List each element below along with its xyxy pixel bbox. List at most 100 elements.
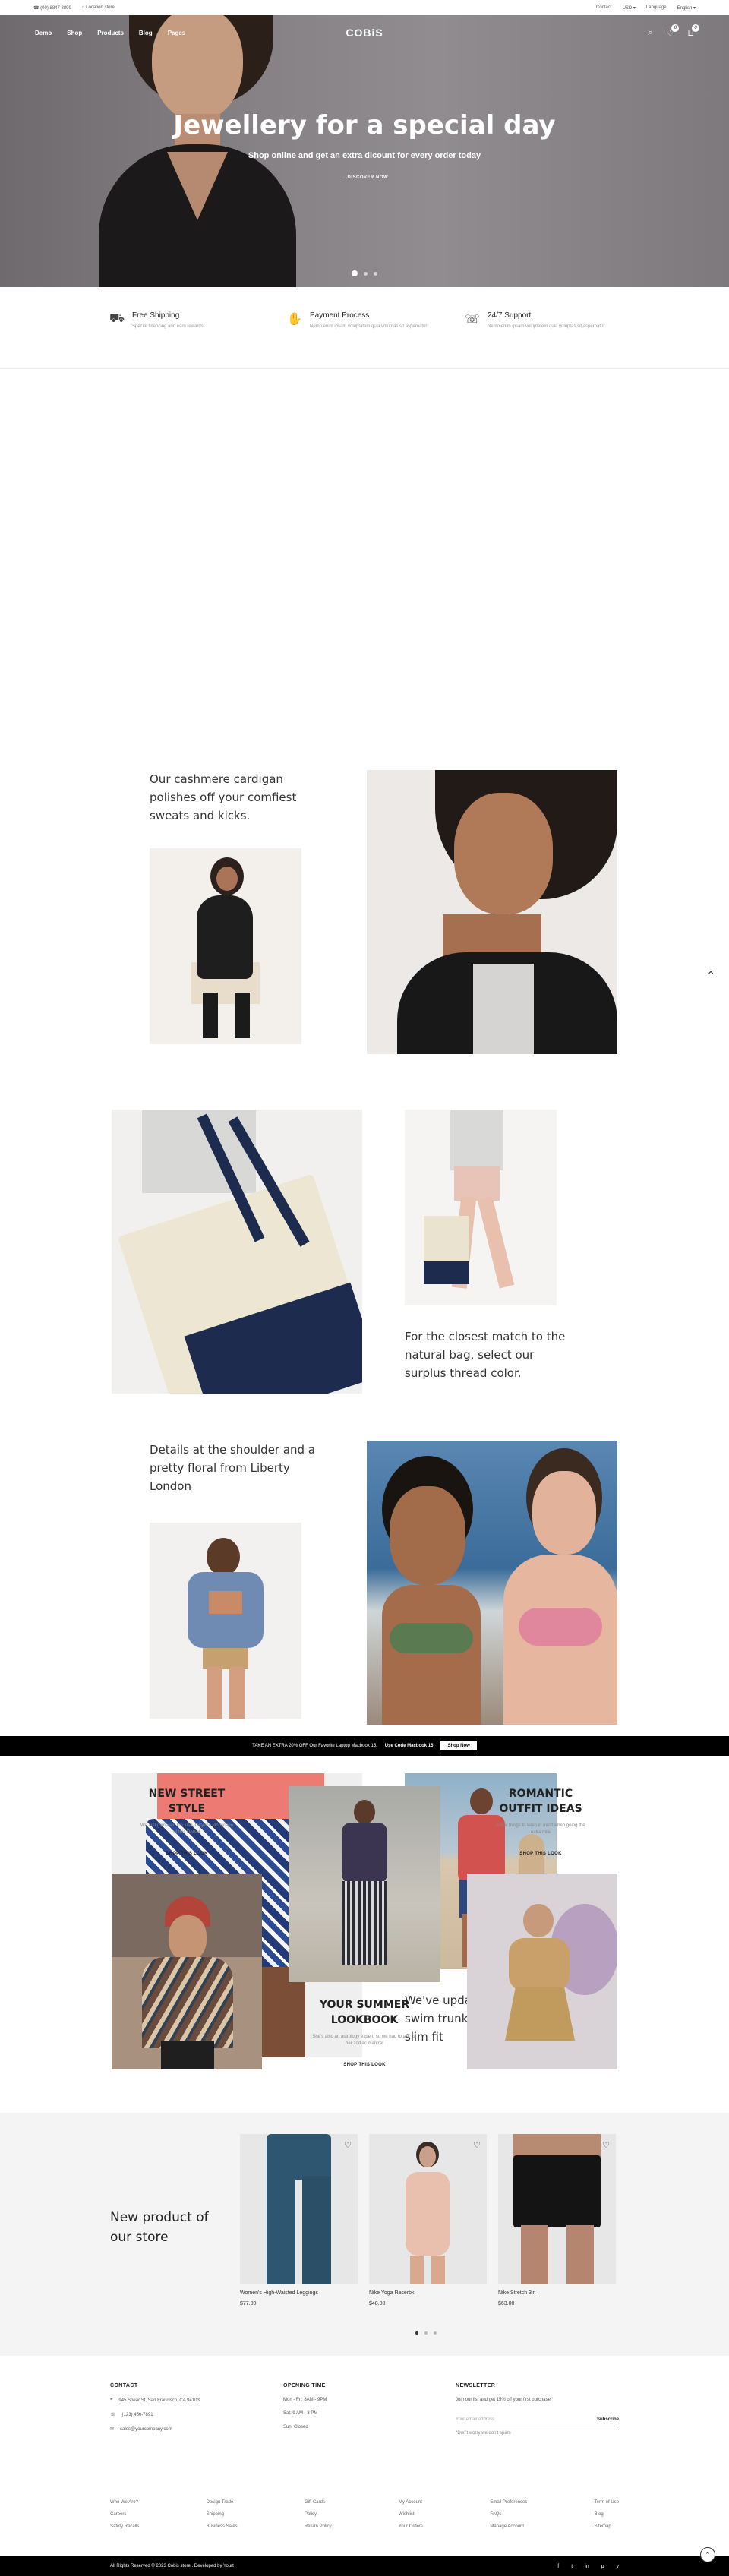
feature-support: ☏ 24/7 Support Nemo enim ipsam voluptate… (465, 311, 620, 368)
feature-title: Payment Process (310, 311, 370, 320)
phone-link[interactable]: ☎ (00) 8847 8899 (33, 5, 71, 11)
twitter-icon[interactable]: t (571, 2564, 573, 2569)
product-name[interactable]: Nike Yoga Racerbk (369, 2290, 487, 2296)
nav-pages[interactable]: Pages (168, 30, 186, 36)
chevron-up-icon[interactable]: ⌃ (706, 969, 715, 982)
currency-select[interactable]: USD ▾ (623, 5, 636, 11)
nav-blog[interactable]: Blog (139, 30, 153, 36)
location-text: Location store (86, 5, 115, 10)
wishlist-count: 0 (671, 24, 680, 32)
wishlist-heart-icon[interactable]: ♡ (473, 2140, 481, 2150)
footer-link-column: Design Trade Shipping Business Sales (207, 2500, 238, 2537)
nav-products[interactable]: Products (97, 30, 124, 36)
feature-text: Special financing and earn rewards. (132, 324, 205, 329)
product-image[interactable]: ♡ (240, 2134, 358, 2284)
facebook-icon[interactable]: f (557, 2564, 559, 2569)
footer-link[interactable]: FAQs (490, 2512, 527, 2517)
product-image[interactable]: ♡ (369, 2134, 487, 2284)
hero-banner: ☎ (00) 8847 8899 ⌂ Location store Contac… (0, 0, 729, 287)
page-dot[interactable] (424, 2331, 428, 2334)
discover-now-button[interactable]: → DISCOVER NOW (341, 175, 388, 180)
back-to-top-icon[interactable]: ⌃ (700, 2547, 715, 2562)
promo-text: TAKE AN EXTRA 20% OFF Our Favorite Lapto… (252, 1744, 377, 1748)
page-dot[interactable] (434, 2331, 437, 2334)
footer-link[interactable]: Your Orders (399, 2524, 423, 2529)
feature-text: Nemo enim ipsam voluptatem quia voluptas… (488, 324, 606, 329)
product-card[interactable]: ♡ Nike Stretch 3in $63.00 (498, 2134, 616, 2306)
language-select[interactable]: English ▾ (677, 5, 696, 11)
product-image[interactable]: ♡ (498, 2134, 616, 2284)
slide-dot[interactable] (374, 271, 377, 276)
shop-look-street-link[interactable]: SHOP THIS LOOK (139, 1852, 235, 1856)
footer-link[interactable]: Careers (110, 2512, 139, 2517)
shop-look-summer-link[interactable]: SHOP THIS LOOK (308, 2063, 421, 2067)
street-style-image[interactable] (112, 1874, 262, 2069)
tote-bag-model-image[interactable] (405, 1110, 557, 1305)
footer-link[interactable]: Policy (305, 2512, 332, 2517)
currency-text: USD (622, 5, 633, 11)
nav-demo[interactable]: Demo (35, 30, 52, 36)
footer-link[interactable]: Manage Account (490, 2524, 527, 2529)
slide-dot[interactable] (352, 270, 358, 276)
footer-link[interactable]: Gift Cards (305, 2500, 332, 2505)
footer-link[interactable]: Email Preferences (490, 2500, 527, 2505)
youtube-icon[interactable]: y (617, 2564, 620, 2569)
wishlist-heart-icon[interactable]: ♡ (344, 2140, 352, 2150)
lookbook-title-romantic: ROMANTIC OUTFIT IDEAS (499, 1788, 582, 1815)
slide-dot[interactable] (364, 271, 368, 276)
product-card[interactable]: ♡ Women's High-Waisted Leggings $77.00 (240, 2134, 358, 2306)
footer-link[interactable]: Who We Are? (110, 2500, 139, 2505)
product-card[interactable]: ♡ Nike Yoga Racerbk $48.00 (369, 2134, 487, 2306)
romantic-outfit-image[interactable] (467, 1874, 617, 2069)
footer-link[interactable]: Safety Recalls (110, 2524, 139, 2529)
product-name[interactable]: Women's High-Waisted Leggings (240, 2290, 358, 2296)
subscribe-button[interactable]: Subscribe (597, 2417, 619, 2422)
hours-heading: OPENING TIME (283, 2383, 326, 2388)
footer-link[interactable]: Shipping (207, 2512, 238, 2517)
footer-link[interactable]: Design Trade (207, 2500, 238, 2505)
phone-row[interactable]: ☏ (123) 456-7891 (110, 2412, 200, 2418)
summer-lookbook-image[interactable] (289, 1786, 440, 1982)
social-links: f t in p y (557, 2564, 619, 2569)
phone-icon: ☏ (110, 2413, 116, 2417)
footer-links: Who We Are? Careers Safety Recalls Desig… (110, 2500, 619, 2537)
product-name[interactable]: Nike Stretch 3in (498, 2290, 616, 2296)
smiling-woman-image[interactable] (367, 770, 617, 1054)
feature-payment: ✋ Payment Process Nemo enim ipsam volupt… (287, 311, 442, 368)
footer-link[interactable]: Blog (595, 2512, 619, 2517)
footer-link[interactable]: Term of Use (595, 2500, 619, 2505)
footer-link-column: Who We Are? Careers Safety Recalls (110, 2500, 139, 2537)
page-dot[interactable] (415, 2331, 418, 2334)
email-row[interactable]: ✉ sales@yourcompany.com (110, 2426, 200, 2432)
wishlist-heart-icon[interactable]: ♡ (602, 2140, 610, 2150)
discover-label: DISCOVER NOW (347, 175, 389, 180)
cart-icon[interactable]: ⊔ 0 (687, 24, 699, 38)
contact-link[interactable]: Contact (596, 5, 612, 10)
wishlist-icon[interactable]: ♡ 0 (667, 24, 680, 38)
footer-link[interactable]: Wishlist (399, 2512, 423, 2517)
site-logo[interactable]: COBiS (346, 27, 383, 39)
floral-bikini-model-image[interactable] (150, 1523, 301, 1719)
search-icon[interactable]: ⌕ (648, 28, 652, 38)
hero-title: Jewellery for a special day (173, 110, 556, 140)
footer-link[interactable]: Business Sales (207, 2524, 238, 2529)
main-nav: Demo Shop Products Blog Pages COBiS ⌕ ♡ 0… (0, 20, 729, 46)
newsletter-email-input[interactable] (456, 2417, 597, 2422)
newsletter-heading: NEWSLETTER (456, 2383, 496, 2388)
footer-link[interactable]: Return Policy (305, 2524, 332, 2529)
linkedin-icon[interactable]: in (585, 2564, 589, 2569)
location-link[interactable]: ⌂ Location store (82, 5, 115, 10)
shop-look-romantic-link[interactable]: SHOP THIS LOOK (486, 1852, 595, 1856)
lookbook-title-summer: YOUR SUMMER LOOKBOOK (319, 1999, 410, 2026)
footer-link[interactable]: Sitemap (595, 2524, 619, 2529)
tote-bag-closeup-image[interactable] (112, 1110, 362, 1394)
nav-shop[interactable]: Shop (67, 30, 82, 36)
beach-swimwear-image[interactable] (367, 1441, 617, 1725)
pinterest-icon[interactable]: p (601, 2564, 604, 2569)
contact-heading: CONTACT (110, 2383, 138, 2388)
language-label: Language (645, 5, 667, 10)
cardigan-model-image[interactable] (150, 848, 301, 1044)
new-products-section: New product of our store ♡ Women's High-… (0, 2113, 729, 2356)
shop-now-button[interactable]: Shop Now (440, 1741, 477, 1750)
footer-link[interactable]: My Account (399, 2500, 423, 2505)
